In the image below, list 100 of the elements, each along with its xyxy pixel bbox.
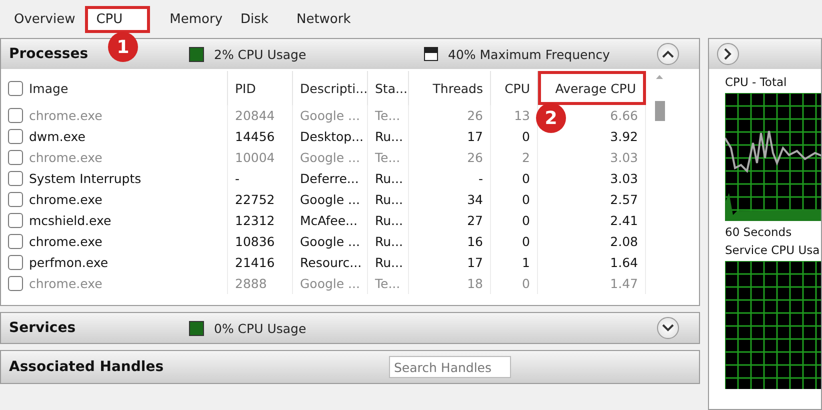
table-cell: Google ... (293, 147, 368, 168)
table-cell: 27 (409, 210, 491, 231)
table-cell: 16 (409, 231, 491, 252)
tab[interactable]: Overview (6, 7, 84, 31)
checkbox[interactable] (8, 150, 23, 165)
process-name: chrome.exe (29, 108, 102, 123)
table-cell: - (409, 168, 491, 189)
scroll-up-icon (656, 75, 663, 79)
chevron-down-icon (662, 324, 674, 332)
graph-title: Service CPU Usa (725, 243, 821, 257)
section-title: Services (9, 320, 76, 336)
checkbox[interactable] (8, 234, 23, 249)
column-title: Image (29, 80, 68, 96)
table-cell: 0 (491, 168, 538, 189)
table-cell: 0 (491, 231, 538, 252)
table-cell: 10004 (228, 147, 293, 168)
table-cell: - (228, 168, 293, 189)
table-cell: 2 (491, 147, 538, 168)
process-name: chrome.exe (29, 150, 102, 165)
table-cell: 17 (409, 126, 491, 147)
column-title: Sta... (375, 80, 408, 96)
chevron-up-icon (662, 50, 674, 58)
process-name: chrome.exe (29, 192, 102, 207)
table-cell: Ru... (368, 168, 409, 189)
column-title: Descripti... (300, 80, 368, 96)
table-cell: 34 (409, 189, 491, 210)
cpu-usage: 2% CPU Usage (214, 46, 308, 62)
tab[interactable]: Memory (162, 7, 231, 31)
search-field[interactable]: Search Handles (389, 356, 511, 378)
table-cell: Ru... (368, 252, 409, 273)
process-name: chrome.exe (29, 276, 102, 291)
checkbox[interactable] (8, 255, 23, 270)
process-name: System Interrupts (29, 171, 142, 186)
usage-indicator-icon (189, 320, 204, 336)
expand-button[interactable] (717, 43, 739, 65)
table-cell: 17 (409, 252, 491, 273)
table-cell: 20844 (228, 105, 293, 126)
checkbox[interactable] (8, 108, 23, 123)
tab[interactable]: Disk (232, 7, 276, 31)
table-cell: Resourc... (293, 252, 368, 273)
table-cell: Google ... (293, 105, 368, 126)
table-cell: 26 (409, 105, 491, 126)
graph-caption: 60 Seconds (725, 225, 793, 239)
cpu-usage: 0% CPU Usage (214, 320, 306, 336)
checkbox[interactable] (8, 213, 23, 228)
table-cell: Ru... (368, 210, 409, 231)
column-header[interactable]: Image (1, 71, 228, 105)
column-header[interactable]: CPU (491, 71, 538, 105)
process-name: dwm.exe (29, 129, 86, 144)
table-cell: 18 (409, 273, 491, 294)
section-title: Associated Handles (9, 359, 164, 375)
table-cell: 22752 (228, 189, 293, 210)
column-title: CPU (504, 80, 530, 96)
column-title: Average CPU (555, 80, 636, 96)
process-name: mcshield.exe (29, 213, 112, 228)
checkbox[interactable] (8, 171, 23, 186)
process-name: perfmon.exe (29, 255, 108, 270)
table-cell: Ru... (368, 231, 409, 252)
table-cell: 0 (491, 210, 538, 231)
table-cell: 0 (491, 126, 538, 147)
table-cell: 0 (491, 189, 538, 210)
table-cell: 1 (491, 252, 538, 273)
checkbox[interactable] (8, 276, 23, 291)
table-cell: 12312 (228, 210, 293, 231)
table-cell: Google ... (293, 273, 368, 294)
column-header[interactable]: Sta... (368, 71, 409, 105)
column-title: Threads (432, 80, 483, 96)
chevron-right-icon (724, 48, 732, 60)
tab[interactable]: Network (288, 7, 359, 31)
table-cell: 26 (409, 147, 491, 168)
column-header[interactable]: Threads (409, 71, 491, 105)
table-cell: Ru... (368, 189, 409, 210)
checkbox[interactable] (8, 129, 23, 144)
table-cell: 0 (491, 273, 538, 294)
frequency-icon (424, 47, 438, 61)
column-header[interactable]: PID (228, 71, 293, 105)
table-cell: Ru... (368, 126, 409, 147)
column-header[interactable]: Descripti... (293, 71, 368, 105)
maximum-frequency: 40% Maximum Frequency (448, 46, 610, 62)
table-cell: Te... (368, 147, 409, 168)
section-title: Processes (9, 46, 88, 62)
tab[interactable]: CPU (85, 6, 150, 32)
table-cell: Te... (368, 273, 409, 294)
process-name: chrome.exe (29, 234, 102, 249)
column-header[interactable]: Average CPU (538, 71, 646, 105)
scrollbar-thumb[interactable] (654, 101, 664, 121)
checkbox[interactable] (8, 80, 23, 96)
table-cell: Te... (368, 105, 409, 126)
table-cell: Deferre... (293, 168, 368, 189)
collapse-button[interactable] (657, 43, 679, 65)
expand-button[interactable] (657, 317, 679, 339)
table-cell: Desktop... (293, 126, 368, 147)
table-cell: 10836 (228, 231, 293, 252)
table-cell: Google ... (293, 231, 368, 252)
table-cell: McAfee... (293, 210, 368, 231)
checkbox[interactable] (8, 192, 23, 207)
graph-title: CPU - Total (725, 75, 788, 89)
table-cell: 2888 (228, 273, 293, 294)
table-cell: Google ... (293, 189, 368, 210)
table-cell: 14456 (228, 126, 293, 147)
